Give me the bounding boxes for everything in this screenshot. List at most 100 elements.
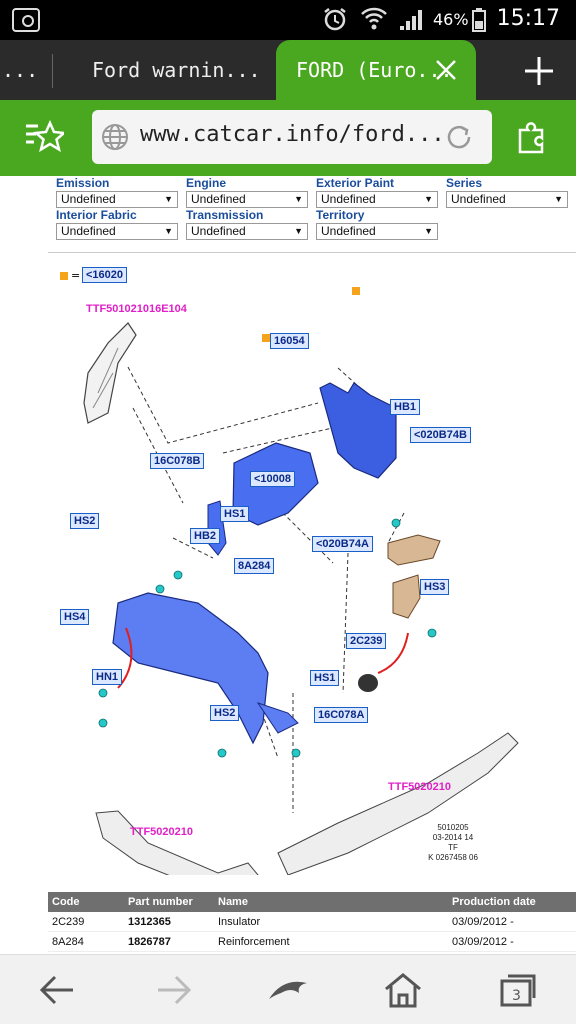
stamp-line: K 0267458 06	[428, 853, 478, 862]
dropdown-arrow-icon: ▼	[164, 194, 173, 204]
tab-label: FORD (Euro...	[296, 58, 453, 82]
callout-16020[interactable]: <16020	[82, 267, 128, 283]
cell-production-date: 03/09/2012 -	[452, 916, 514, 928]
filter-label-engine: Engine	[186, 176, 227, 190]
callout-hs1[interactable]: HS1	[310, 670, 340, 686]
select-territory[interactable]: Undefined ▼	[316, 223, 438, 240]
select-series[interactable]: Undefined ▼	[446, 191, 568, 208]
marker-square	[352, 287, 360, 295]
callout-020b74a[interactable]: <020B74A	[312, 536, 373, 552]
ref-ttf501021016e104[interactable]: TTF501021016E104	[86, 303, 187, 315]
select-value: Undefined	[191, 192, 246, 206]
dropdown-arrow-icon: ▼	[424, 194, 433, 204]
tab-overflow[interactable]: ...	[0, 40, 38, 100]
callout-hs2[interactable]: HS2	[210, 705, 240, 721]
select-value: Undefined	[321, 192, 376, 206]
callout-020b74b[interactable]: <020B74B	[410, 427, 471, 443]
filter-label-series: Series	[446, 176, 483, 190]
callout-hs3[interactable]: HS3	[420, 579, 450, 595]
select-value: Undefined	[61, 224, 116, 238]
alarm-icon	[324, 8, 346, 31]
header-production-date: Production date	[452, 896, 536, 908]
callout-hs4[interactable]: HS4	[60, 609, 90, 625]
callout-hs1[interactable]: HS1	[220, 506, 250, 522]
cell-part-number: 1312365	[128, 916, 171, 928]
header-name: Name	[218, 896, 248, 908]
filter-label-interior-fabric: Interior Fabric	[56, 208, 137, 222]
cell-production-date: 03/09/2012 -	[452, 936, 514, 948]
dolphin-icon[interactable]	[263, 967, 313, 1013]
legend-equals: =	[71, 269, 81, 282]
header-part-number: Part number	[128, 896, 193, 908]
select-value: Undefined	[451, 192, 506, 206]
tab-ford-warning[interactable]: Ford warnin...	[92, 40, 262, 100]
tab-divider	[52, 54, 53, 88]
filter-label-transmission: Transmission	[186, 208, 264, 222]
filter-label-emission: Emission	[56, 176, 110, 190]
callout-hn1[interactable]: HN1	[92, 669, 123, 685]
lower-beam-part	[95, 810, 259, 875]
stamp-line: 03-2014 14	[432, 833, 474, 842]
callout-2c239[interactable]: 2C239	[346, 633, 387, 649]
forward-icon[interactable]	[148, 967, 198, 1013]
cell-name: Reinforcement	[218, 936, 290, 948]
table-header: Code Part number Name Production date	[48, 892, 576, 912]
reinforcement-part	[112, 592, 269, 745]
close-icon[interactable]	[434, 58, 458, 82]
parts-table: Code Part number Name Production date 2C…	[48, 892, 576, 952]
left-bracket-lower	[392, 574, 421, 619]
tab-ford-euro[interactable]: FORD (Euro...	[276, 40, 476, 100]
cell-part-number: 1826787	[128, 936, 171, 948]
dropdown-arrow-icon: ▼	[424, 226, 433, 236]
callout-8a284[interactable]: 8A284	[234, 558, 275, 574]
browser-toolbar: www.catcar.info/ford...	[0, 100, 576, 176]
bookmarks-icon[interactable]	[24, 120, 64, 156]
callout-16c078b[interactable]: 16C078B	[150, 453, 205, 469]
filter-label-exterior-paint: Exterior Paint	[316, 176, 395, 190]
tabs-count-icon[interactable]: 3	[492, 967, 542, 1013]
callout-16054[interactable]: 16054	[270, 333, 309, 349]
reload-icon[interactable]	[444, 122, 474, 152]
select-value: Undefined	[191, 224, 246, 238]
clock: 15:17	[496, 6, 560, 31]
ref-ttf5020210[interactable]: TTF5020210	[130, 826, 193, 838]
callout-hb1[interactable]: HB1	[390, 399, 421, 415]
back-icon[interactable]	[33, 967, 83, 1013]
wifi-icon	[361, 7, 387, 30]
parts-diagram: = <16020 TTF501021016E104 16054 <10008 1…	[48, 252, 576, 875]
status-bar: 46% 15:17	[0, 0, 576, 40]
url-bar[interactable]: www.catcar.info/ford...	[92, 110, 492, 164]
select-engine[interactable]: Undefined ▼	[186, 191, 308, 208]
svg-text:3: 3	[512, 988, 521, 1004]
globe-icon	[102, 124, 128, 150]
callout-hs2[interactable]: HS2	[70, 513, 100, 529]
url-text: www.catcar.info/ford...	[140, 122, 445, 147]
exploded-parts-drawing	[77, 322, 519, 875]
select-transmission[interactable]: Undefined ▼	[186, 223, 308, 240]
dropdown-arrow-icon: ▼	[554, 194, 563, 204]
upper-panel-part	[319, 382, 397, 479]
bottom-nav: 3	[0, 954, 576, 1024]
table-row[interactable]: 8A284 1826787 Reinforcement 03/09/2012 -	[48, 932, 576, 952]
ref-ttf5020210[interactable]: TTF5020210	[388, 781, 451, 793]
home-icon[interactable]	[378, 967, 428, 1013]
cell-code: 8A284	[52, 936, 84, 948]
table-row[interactable]: 2C239 1312365 Insulator 03/09/2012 -	[48, 912, 576, 932]
stamp-line: TF	[448, 843, 458, 852]
callout-16c078a[interactable]: 16C078A	[314, 707, 369, 723]
dropdown-arrow-icon: ▼	[294, 194, 303, 204]
stamp-line: 5010205	[437, 823, 469, 832]
header-code: Code	[52, 896, 80, 908]
callout-hb2[interactable]: HB2	[190, 528, 221, 544]
callout-10008[interactable]: <10008	[250, 471, 296, 487]
filter-label-territory: Territory	[316, 208, 365, 222]
left-bracket-right	[387, 534, 441, 566]
insulator-part	[358, 674, 378, 692]
page-content: Emission Undefined ▼ Engine Undefined ▼ Ex…	[0, 176, 576, 954]
new-tab-icon[interactable]	[522, 54, 556, 88]
select-exterior-paint[interactable]: Undefined ▼	[316, 191, 438, 208]
select-emission[interactable]: Undefined ▼	[56, 191, 178, 208]
extensions-icon[interactable]	[516, 120, 550, 154]
tab-bar: ... Ford warnin... FORD (Euro...	[0, 40, 576, 100]
select-interior-fabric[interactable]: Undefined ▼	[56, 223, 178, 240]
